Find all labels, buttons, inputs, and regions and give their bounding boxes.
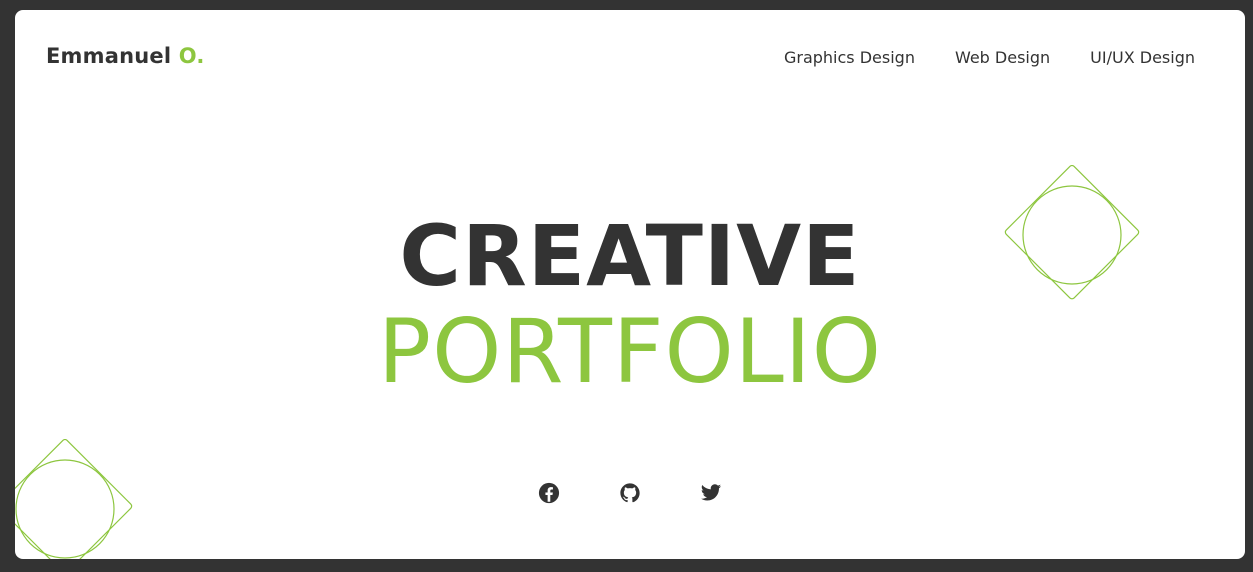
nav-link-web-design[interactable]: Web Design [955, 48, 1050, 67]
main-card: Emmanuel O. Graphics Design Web Design U… [15, 10, 1245, 559]
facebook-icon [538, 482, 560, 504]
twitter-link[interactable] [699, 481, 723, 505]
facebook-link[interactable] [537, 481, 561, 505]
hero-title-line2: PORTFOLIO [378, 300, 882, 403]
brand-logo[interactable]: Emmanuel O. [46, 44, 205, 68]
brand-initial: O. [178, 44, 205, 68]
twitter-icon [700, 484, 722, 501]
nav-link-ui-ux-design[interactable]: UI/UX Design [1090, 48, 1195, 67]
hero-title-line1: CREATIVE [399, 207, 861, 305]
github-link[interactable] [618, 481, 642, 505]
nav-link-graphics-design[interactable]: Graphics Design [784, 48, 915, 67]
github-icon [620, 483, 640, 503]
main-nav: Graphics Design Web Design UI/UX Design [784, 48, 1195, 67]
diamond-circle-decoration-bottom [15, 439, 133, 559]
brand-name: Emmanuel [46, 44, 172, 68]
